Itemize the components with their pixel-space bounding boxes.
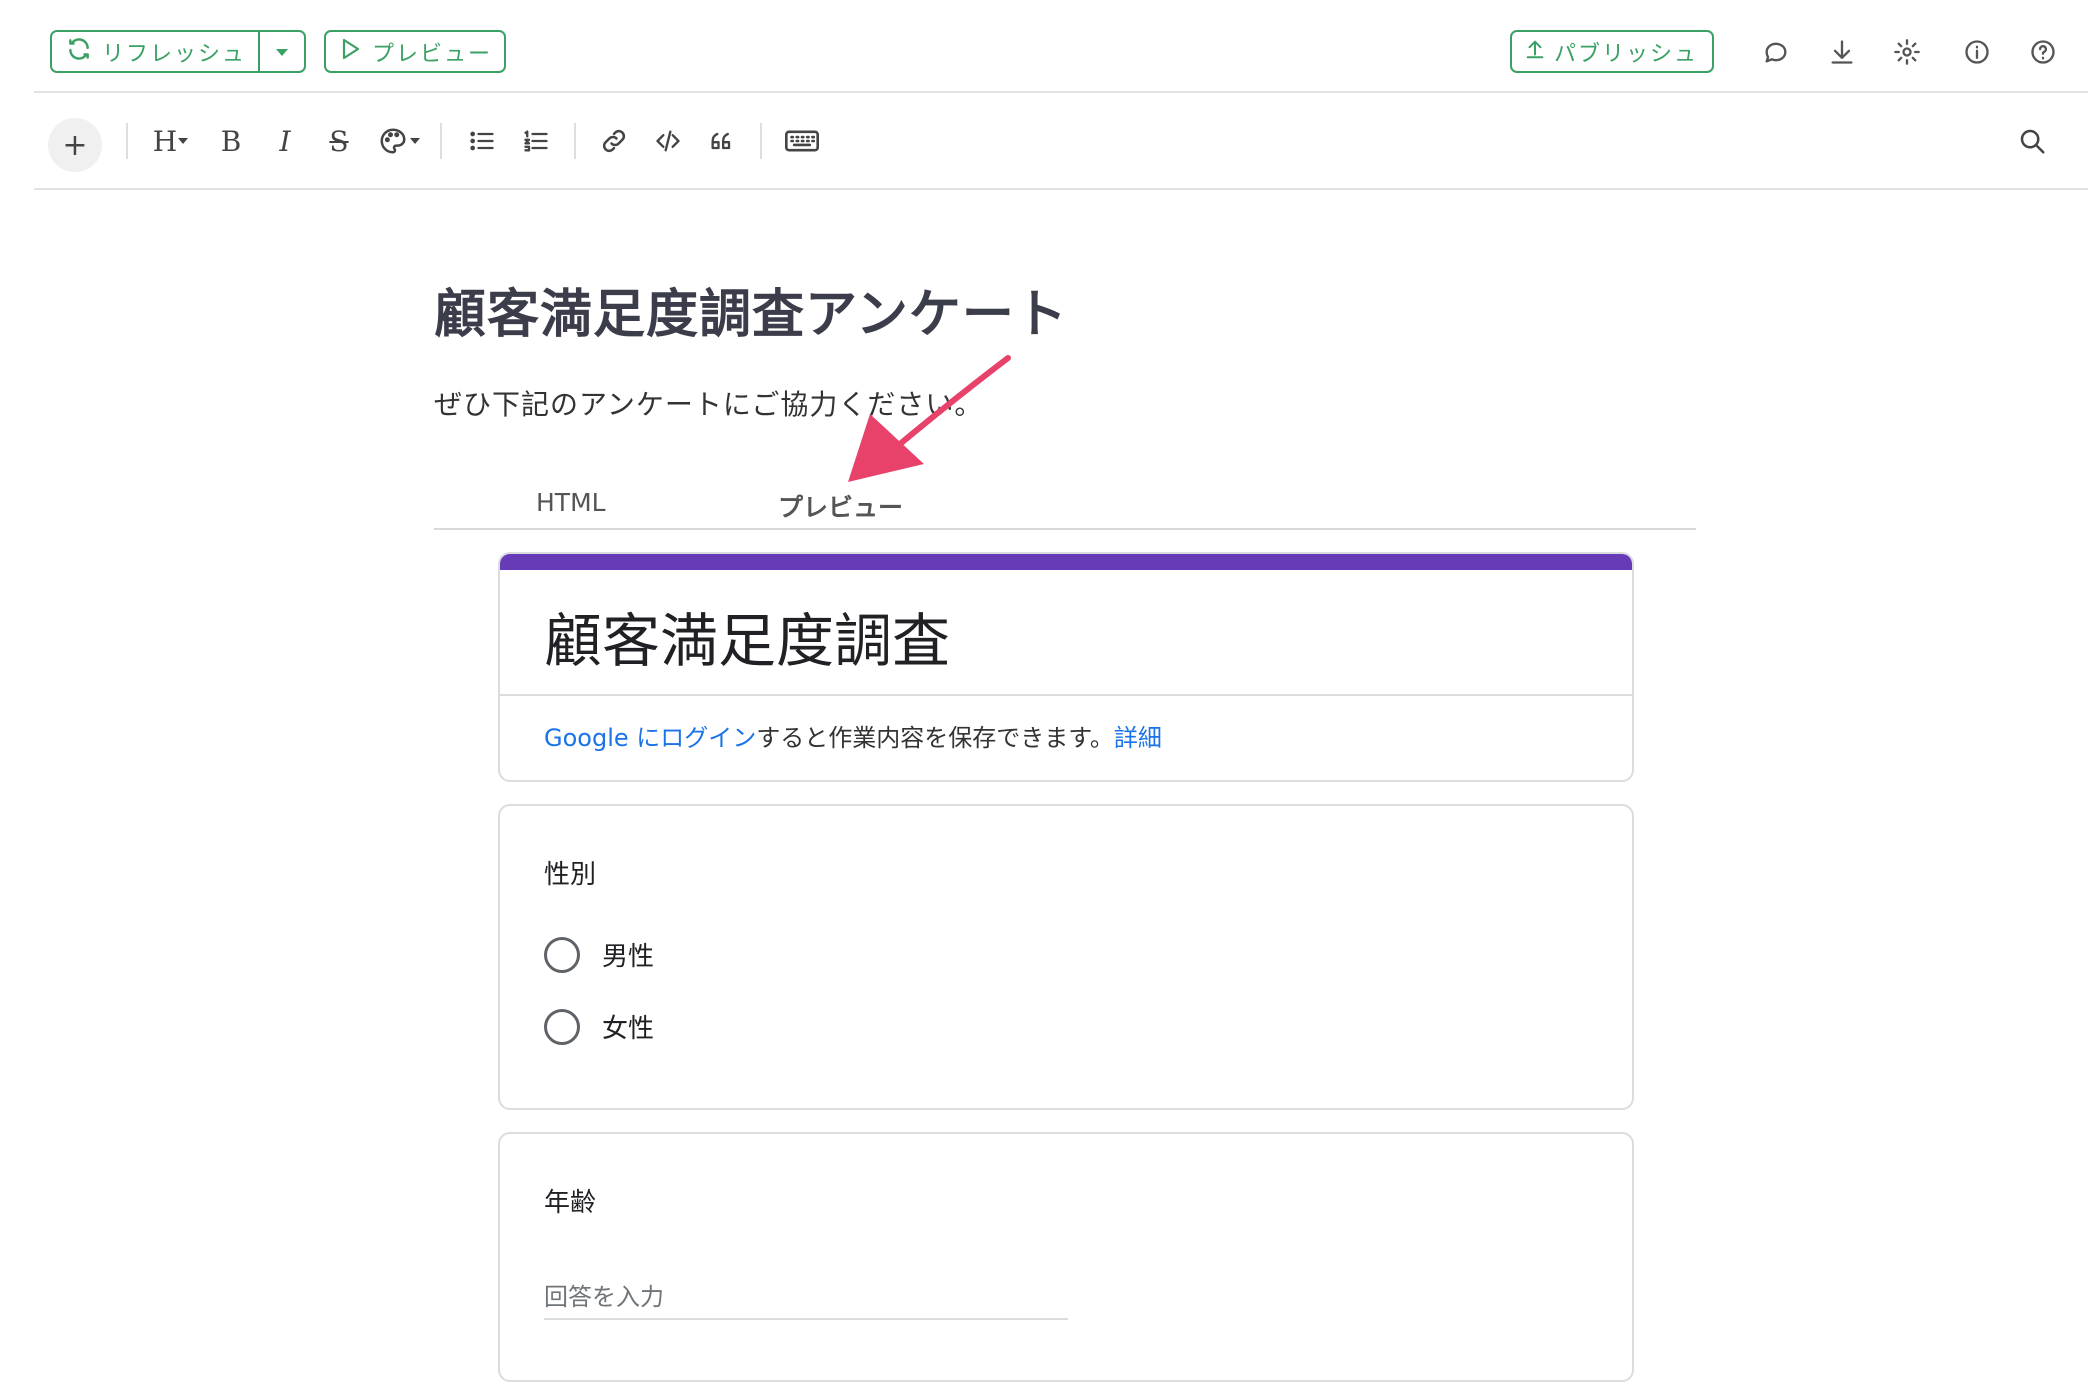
annotation-arrow-icon: [848, 355, 1011, 482]
document-title[interactable]: 顧客満足度調査アンケート: [434, 272, 1068, 347]
radio-button[interactable]: [544, 936, 580, 973]
bold-icon: B: [220, 124, 242, 158]
age-answer-input[interactable]: 回答を入力: [544, 1270, 1068, 1320]
numbered-list-icon: [524, 130, 548, 152]
comment-icon[interactable]: [1760, 36, 1792, 68]
gear-icon[interactable]: [1891, 36, 1923, 68]
form-title: 顧客満足度調査: [544, 607, 951, 675]
refresh-split-button: リフレッシュ: [50, 30, 306, 73]
radio-option-male[interactable]: 男性: [544, 936, 654, 973]
code-button[interactable]: [648, 123, 688, 159]
keyboard-button[interactable]: [780, 123, 824, 159]
toolbar-divider: [440, 123, 442, 159]
tab-bar: HTML プレビュー: [434, 478, 1696, 530]
heading-button[interactable]: H: [148, 123, 194, 159]
app-window: リフレッシュ プレビュー パブリッシュ + H B I S 顧客満足度調査アンケ…: [0, 0, 2088, 1398]
search-button[interactable]: [2014, 123, 2050, 159]
toolbar-divider: [574, 123, 576, 159]
question-card-age: 年齢 回答を入力: [498, 1132, 1634, 1382]
heading-icon: H: [152, 124, 178, 158]
publish-button[interactable]: パブリッシュ: [1510, 30, 1714, 73]
help-icon[interactable]: [2027, 36, 2059, 68]
upload-icon: [1524, 36, 1546, 68]
caret-down-icon: [410, 138, 420, 144]
card-divider: [500, 694, 1632, 696]
italic-icon: I: [279, 124, 291, 158]
publish-label: パブリッシュ: [1554, 41, 1699, 67]
link-button[interactable]: [594, 123, 634, 159]
top-bar: リフレッシュ プレビュー パブリッシュ: [34, 0, 2088, 93]
play-icon: [338, 36, 362, 68]
palette-icon: [380, 128, 406, 154]
question-card-gender: 性別 男性 女性: [498, 804, 1634, 1110]
bullet-list-icon: [470, 131, 494, 151]
login-notice-text: すると作業内容を保存できます。: [756, 724, 1114, 752]
preview-button[interactable]: プレビュー: [324, 30, 506, 73]
numbered-list-button[interactable]: [516, 123, 556, 159]
info-icon[interactable]: [1961, 36, 1993, 68]
strikethrough-icon: S: [329, 124, 349, 158]
question-title: 性別: [544, 860, 597, 890]
details-link[interactable]: 詳細: [1114, 724, 1162, 752]
quote-icon: [711, 132, 731, 150]
radio-label: 女性: [602, 1014, 655, 1044]
plus-icon: +: [62, 127, 88, 163]
caret-down-icon: [276, 48, 289, 56]
keyboard-icon: [785, 130, 819, 152]
refresh-icon: [66, 36, 92, 68]
strikethrough-button[interactable]: S: [322, 123, 356, 159]
link-icon: [602, 129, 626, 153]
refresh-dropdown-button[interactable]: [260, 32, 304, 71]
caret-down-icon: [178, 138, 189, 144]
bold-button[interactable]: B: [214, 123, 248, 159]
refresh-button[interactable]: リフレッシュ: [52, 32, 261, 71]
radio-button[interactable]: [544, 1008, 580, 1045]
download-icon[interactable]: [1826, 36, 1858, 68]
preview-label: プレビュー: [372, 41, 493, 67]
tab-html[interactable]: HTML: [536, 488, 606, 517]
form-header-card: 顧客満足度調査 Google にログインすると作業内容を保存できます。詳細: [498, 552, 1634, 782]
toolbar-divider: [760, 123, 762, 159]
radio-label: 男性: [602, 942, 655, 972]
bullet-list-button[interactable]: [462, 123, 502, 159]
login-notice: Google にログインすると作業内容を保存できます。詳細: [544, 718, 1162, 753]
google-login-link[interactable]: Google にログイン: [544, 724, 756, 752]
toolbar-divider: [126, 123, 128, 159]
code-icon: [656, 130, 680, 152]
italic-button[interactable]: I: [268, 123, 302, 159]
add-block-button[interactable]: +: [48, 118, 102, 172]
refresh-label: リフレッシュ: [102, 41, 247, 67]
tab-preview[interactable]: プレビュー: [778, 488, 903, 524]
editor-toolbar: + H B I S: [34, 93, 2088, 190]
search-icon: [2020, 129, 2045, 154]
color-button[interactable]: [374, 123, 424, 159]
question-title: 年齢: [544, 1188, 597, 1218]
form-accent-bar: [500, 554, 1632, 570]
quote-button[interactable]: [702, 123, 742, 159]
radio-option-female[interactable]: 女性: [544, 1008, 654, 1045]
